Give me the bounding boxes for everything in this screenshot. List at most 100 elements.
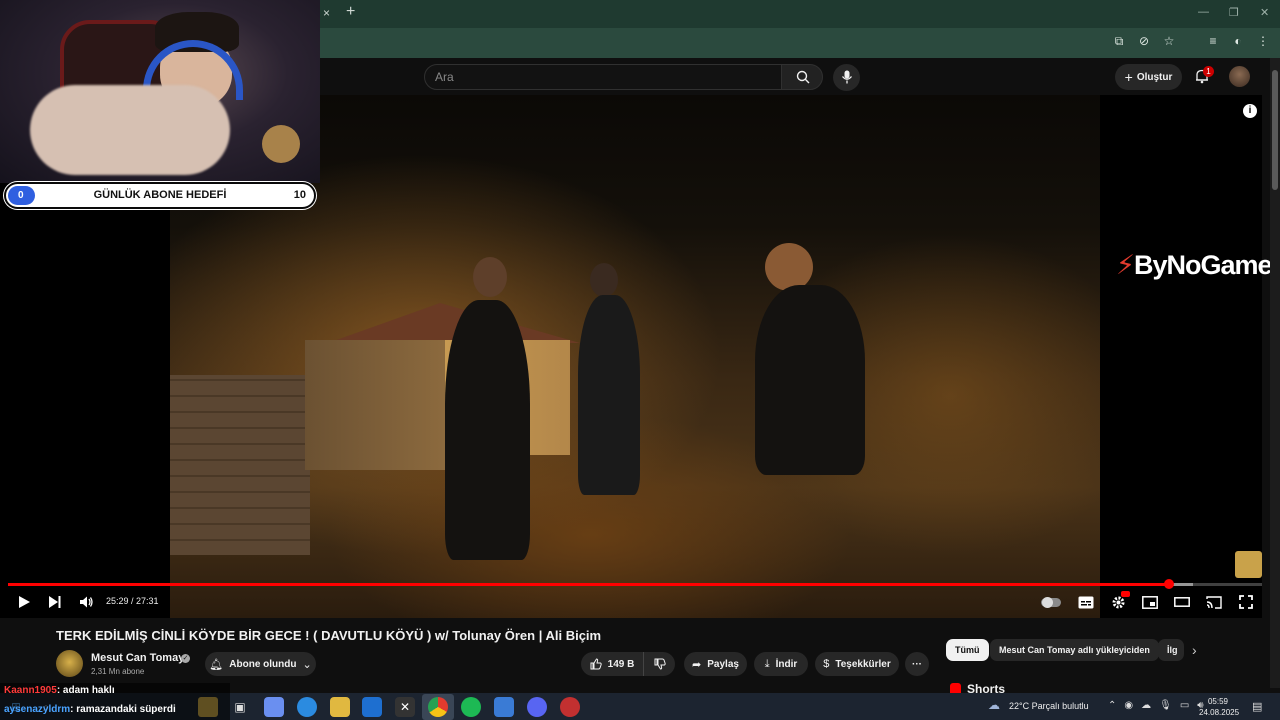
theater-mode-button[interactable]	[1172, 592, 1192, 612]
channel-watermark-thumb[interactable]	[1235, 551, 1262, 578]
bookmark-star-icon[interactable]: ☆	[1162, 34, 1176, 49]
microphone-icon	[841, 70, 853, 84]
theater-icon	[1174, 597, 1190, 607]
system-tray: ⌃ ◉ ☁ 🎙︎ ▭ 🔊︎	[1108, 700, 1204, 711]
tray-app-icon[interactable]: ◉	[1124, 700, 1133, 711]
create-label: Oluştur	[1136, 71, 1173, 83]
autoplay-toggle[interactable]	[1040, 592, 1062, 612]
weather-widget[interactable]: 22°C Parçalı bulutlu	[1009, 701, 1089, 711]
channel-name[interactable]: Mesut Can Tomay	[91, 652, 184, 664]
window-minimize-button[interactable]: —	[1198, 6, 1209, 18]
miniplayer-button[interactable]	[1140, 592, 1160, 612]
bell-icon: 🔔︎	[209, 658, 224, 671]
fullscreen-button[interactable]	[1236, 592, 1256, 612]
tray-network-icon[interactable]: ▭	[1180, 700, 1189, 711]
plus-icon: +	[1124, 69, 1133, 85]
thumbs-down-icon	[654, 658, 666, 670]
outlook-icon[interactable]	[362, 697, 382, 717]
tray-cloud-icon[interactable]: ☁	[1141, 700, 1151, 711]
browser-menu-icon[interactable]: ⋮	[1256, 34, 1270, 49]
video-scene-house	[305, 340, 445, 470]
tracking-blocked-icon[interactable]: ⊘	[1137, 34, 1151, 49]
chat-username: aysenazyldrm	[4, 704, 71, 715]
system-clock[interactable]: 05:59 24.08.2025	[1199, 696, 1240, 718]
share-arrow-icon: ➦	[692, 658, 702, 671]
install-app-icon[interactable]: ⧉	[1112, 34, 1126, 49]
share-button[interactable]: ➦ Paylaş	[684, 652, 747, 676]
goal-label: GÜNLÜK ABONE HEDEFİ	[93, 189, 227, 201]
download-button[interactable]: ⤓ İndir	[754, 652, 808, 676]
weather-cloud-icon: ☁	[988, 698, 1000, 712]
discord-icon[interactable]	[527, 697, 547, 717]
subscribed-button[interactable]: 🔔︎ Abone olundu ⌄	[205, 652, 316, 676]
voice-search-button[interactable]	[833, 64, 860, 91]
subscriber-goal-bar: 0 GÜNLÜK ABONE HEDEFİ 10	[4, 182, 316, 209]
download-label: İndir	[775, 658, 798, 670]
video-title: TERK EDİLMİŞ CİNLİ KÖYDE BİR GECE ! ( DA…	[56, 628, 602, 643]
account-avatar[interactable]	[1229, 66, 1250, 87]
create-button[interactable]: + Oluştur	[1115, 64, 1182, 90]
subtitles-icon	[1078, 596, 1094, 608]
search-button[interactable]	[781, 64, 823, 90]
window-close-button[interactable]: ✕	[1260, 6, 1269, 19]
copilot-icon[interactable]	[264, 697, 284, 717]
chevron-right-icon[interactable]: ›	[1192, 642, 1197, 658]
video-info-icon[interactable]: i	[1243, 104, 1257, 118]
plush-toy	[262, 125, 300, 163]
tray-chevron-up-icon[interactable]: ⌃	[1108, 700, 1116, 711]
progress-bar[interactable]	[8, 579, 1262, 589]
more-actions-button[interactable]: ···	[905, 652, 929, 676]
chat-text: : adam haklı	[56, 685, 115, 696]
file-explorer-icon[interactable]	[330, 697, 350, 717]
channel-avatar[interactable]	[56, 650, 83, 677]
subtitles-button[interactable]	[1076, 592, 1096, 612]
search-icon	[796, 70, 810, 84]
bynogame-logo-icon: ⚡	[1116, 250, 1135, 280]
address-bar-actions: ⧉ ⊘ ☆ ≡ ◐ ⋮	[1112, 34, 1270, 49]
dislike-button[interactable]	[643, 652, 675, 676]
window-restore-button[interactable]: ❐	[1229, 6, 1239, 19]
steam-icon[interactable]	[494, 697, 514, 717]
xbox-icon[interactable]: ✕	[395, 697, 415, 717]
like-count: 149 B	[607, 658, 635, 670]
volume-button[interactable]	[76, 592, 96, 612]
volume-icon	[79, 596, 93, 608]
edge-browser-icon[interactable]	[297, 697, 317, 717]
notification-badge: 1	[1203, 66, 1214, 77]
chip-related[interactable]: İlg	[1158, 639, 1184, 661]
reading-list-icon[interactable]: ≡	[1206, 34, 1220, 49]
obs-icon[interactable]	[560, 697, 580, 717]
play-button[interactable]	[14, 592, 34, 612]
chrome-icon[interactable]	[428, 697, 448, 717]
chip-all[interactable]: Tümü	[946, 639, 989, 661]
spotify-icon[interactable]	[461, 697, 481, 717]
streamer-webcam	[0, 0, 320, 183]
notification-center-icon[interactable]: ▤	[1252, 700, 1262, 713]
skip-next-icon	[49, 596, 61, 608]
page-scrollbar-thumb[interactable]	[1272, 70, 1278, 190]
thanks-button[interactable]: $ Teşekkürler	[815, 652, 899, 676]
search-input[interactable]: Ara	[424, 64, 782, 90]
autoplay-switch-icon	[1041, 596, 1061, 608]
tab-close-icon[interactable]: ×	[323, 6, 330, 20]
cast-icon	[1206, 595, 1222, 609]
time-display: 25:29 / 27:31	[106, 596, 159, 606]
settings-button[interactable]	[1108, 591, 1130, 612]
new-tab-button[interactable]: +	[346, 3, 355, 21]
cast-button[interactable]	[1204, 592, 1224, 612]
video-scene-wall	[170, 375, 310, 555]
like-button[interactable]: 149 B	[581, 652, 643, 676]
video-person	[445, 300, 530, 560]
chip-from-uploader[interactable]: Mesut Can Tomay adlı yükleyiciden	[990, 639, 1159, 661]
tray-mic-icon[interactable]: 🎙︎	[1159, 700, 1172, 711]
next-button[interactable]	[45, 592, 65, 612]
profile-icon[interactable]: ◐	[1231, 34, 1245, 49]
more-dots-icon: ···	[912, 658, 922, 670]
chat-text: : ramazandaki süperdi	[70, 704, 176, 715]
video-person	[578, 295, 640, 495]
clock-date: 24.08.2025	[1199, 708, 1240, 717]
video-person-head	[590, 263, 618, 297]
thumbs-up-icon	[590, 658, 602, 670]
task-view-icon[interactable]: ▣	[230, 697, 250, 717]
subscriber-count: 2,31 Mn abone	[91, 667, 145, 676]
